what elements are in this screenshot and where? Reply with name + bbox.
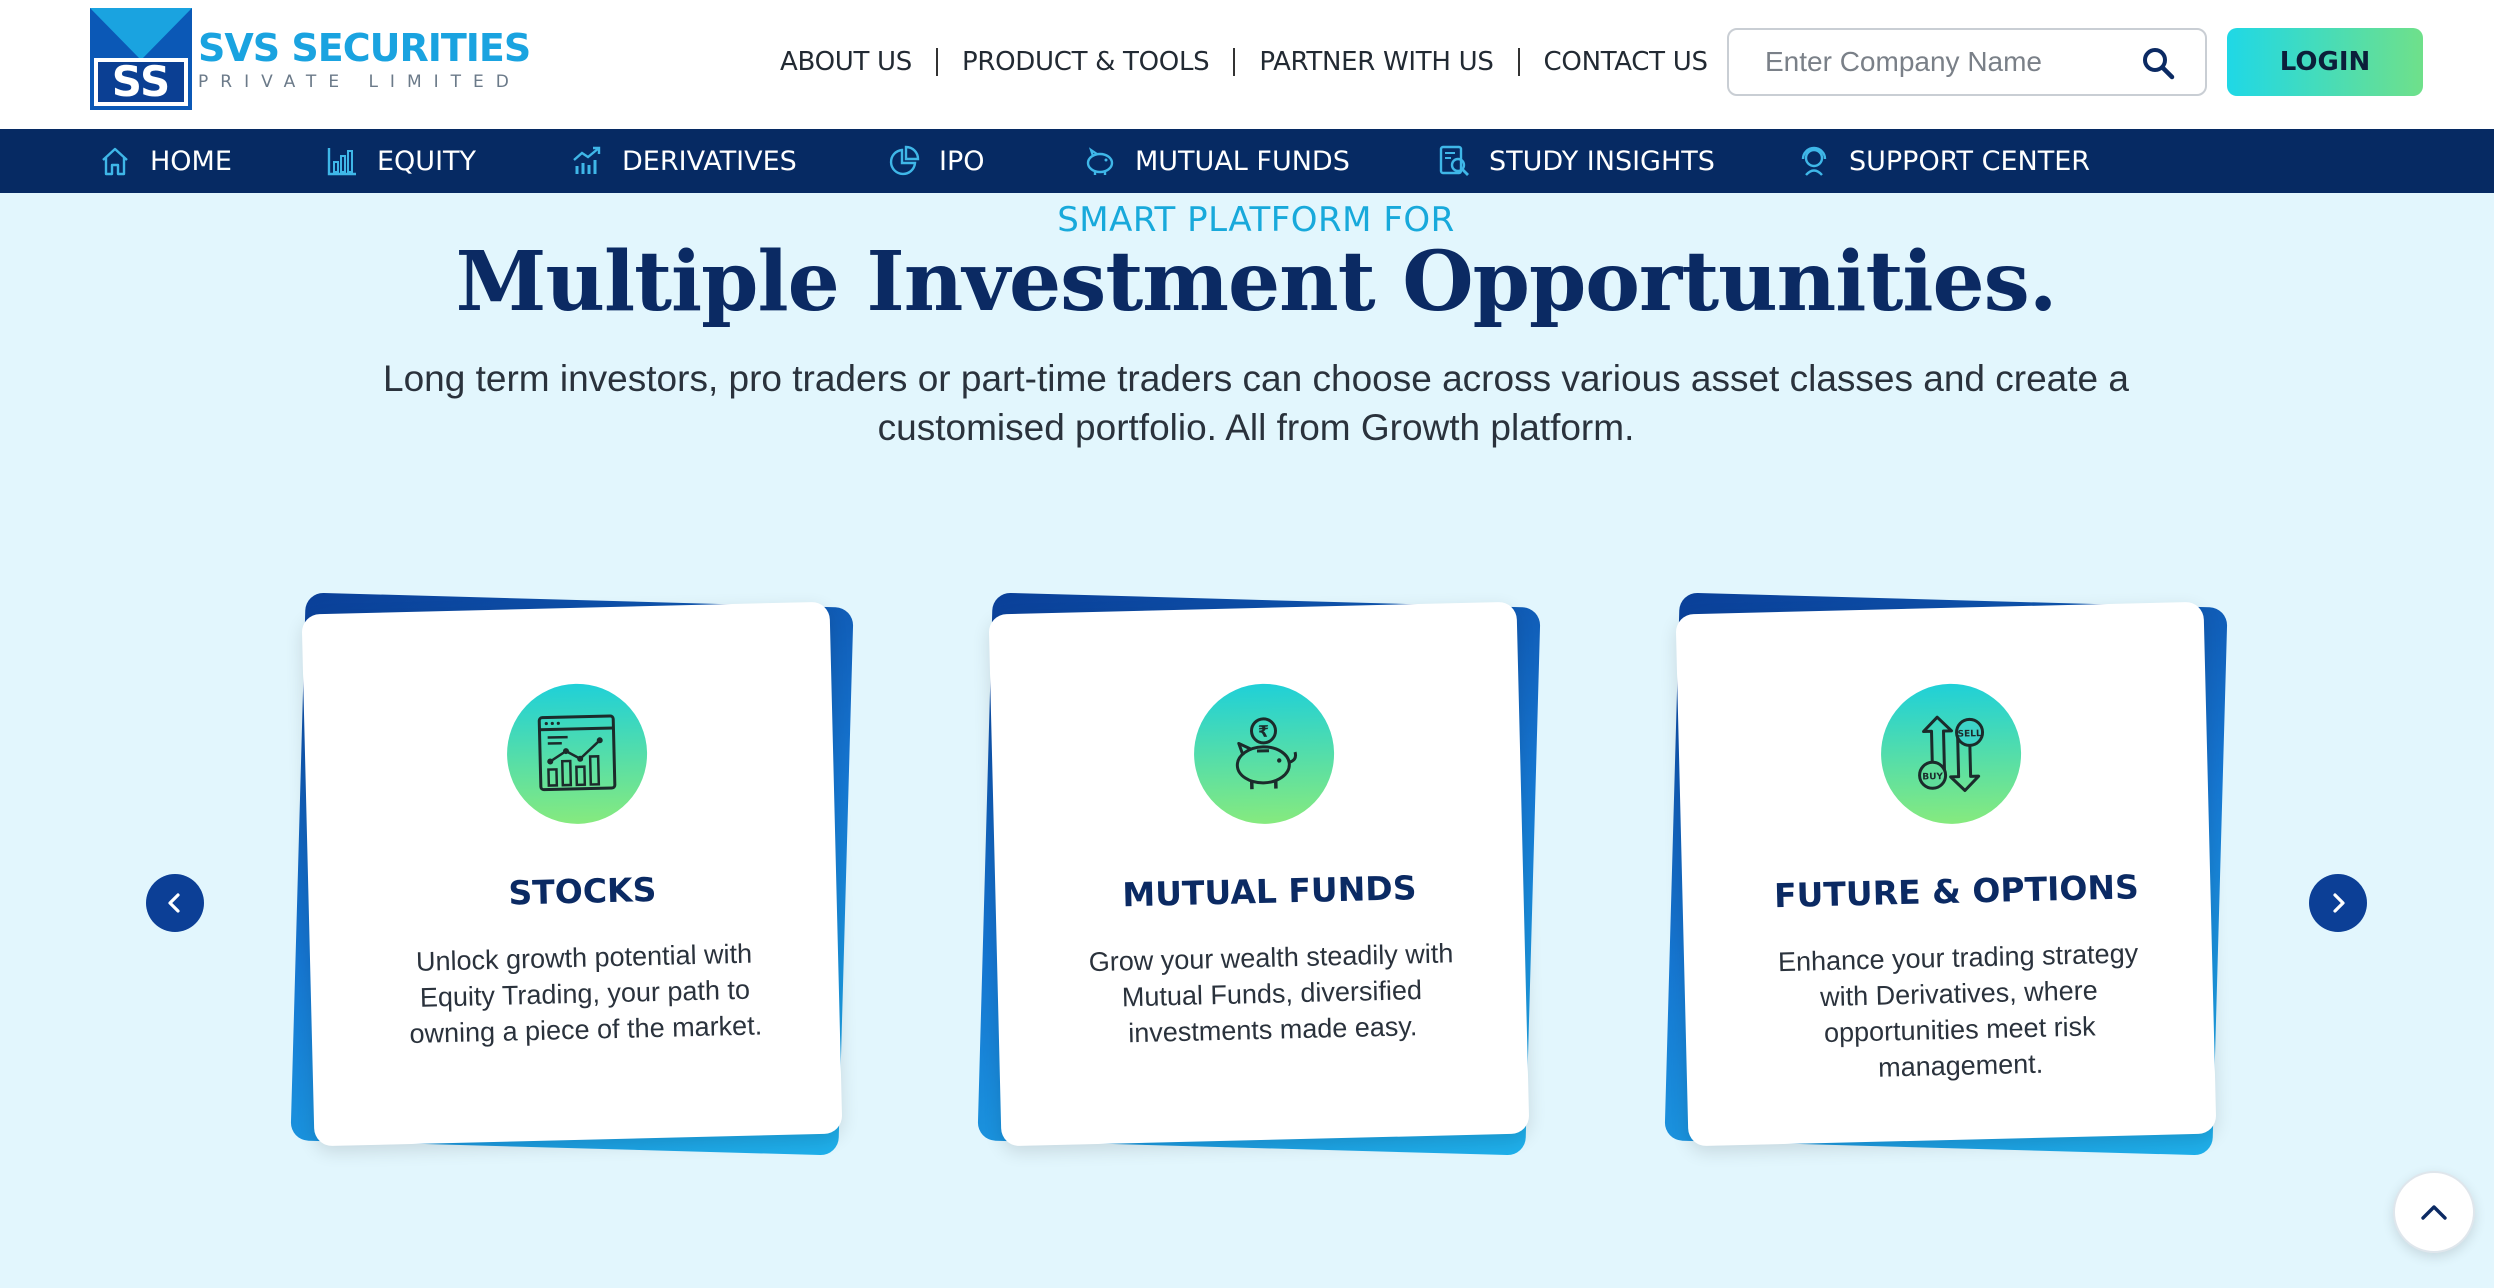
chevron-right-icon	[2333, 893, 2345, 913]
nav-divider	[1517, 48, 1520, 76]
card-icon-badge	[505, 682, 649, 826]
product-card-stocks[interactable]: STOCKS Unlock growth potential with Equi…	[290, 592, 854, 1156]
card-title: STOCKS	[508, 869, 657, 913]
main-nav-derivatives[interactable]: DERIVATIVES	[570, 129, 797, 193]
top-nav-product-tools[interactable]: PRODUCT & TOOLS	[962, 47, 1210, 77]
main-nav-label: STUDY INSIGHTS	[1489, 145, 1715, 177]
card-face: ₹ MUTUAL FUNDS Grow your wealth steadily…	[988, 601, 1530, 1147]
piggy-bank-rupee-icon: ₹	[1235, 717, 1297, 790]
carousel-prev-button[interactable]	[146, 874, 204, 932]
piggy-bank-icon	[1086, 147, 1114, 175]
pie-chart-icon	[889, 145, 920, 176]
rupee-symbol: ₹	[1258, 722, 1270, 741]
stock-chart-icon	[537, 714, 617, 792]
scroll-to-top-button[interactable]	[2393, 1171, 2475, 1253]
main-nav-support-center[interactable]: SUPPORT CENTER	[1797, 129, 2090, 193]
top-header: SS SVS SECURITIES PRIVATE LIMITED ABOUT …	[0, 0, 2494, 129]
main-nav-label: DERIVATIVES	[622, 145, 797, 177]
main-nav: HOME EQUITY DERIVATIVES IPO MUTUAL FUNDS…	[0, 129, 2494, 193]
top-nav-partner-with-us[interactable]: PARTNER WITH US	[1259, 47, 1493, 77]
search-icon[interactable]	[2141, 46, 2175, 80]
card-description: Unlock growth potential with Equity Trad…	[409, 938, 763, 1050]
main-nav-equity[interactable]: EQUITY	[325, 129, 476, 193]
trend-chart-icon	[573, 146, 601, 174]
company-search	[1727, 28, 2207, 96]
card-face: STOCKS Unlock growth potential with Equi…	[301, 601, 843, 1147]
login-button[interactable]: LOGIN	[2227, 28, 2423, 96]
sell-label: SELL	[1957, 729, 1982, 740]
bar-chart-icon	[327, 148, 356, 176]
buy-label: BUY	[1922, 772, 1943, 783]
chevron-left-icon	[168, 893, 180, 913]
buy-sell-icon: BUY SELL	[1918, 715, 1985, 793]
card-description: Enhance your trading strategy with Deriv…	[1777, 938, 2139, 1083]
main-nav-label: EQUITY	[377, 145, 477, 177]
top-nav: ABOUT US PRODUCT & TOOLS PARTNER WITH US…	[780, 40, 1708, 84]
report-search-icon	[1439, 145, 1469, 176]
company-search-input[interactable]	[1729, 32, 2119, 92]
chevron-up-icon	[2421, 1205, 2447, 1220]
main-nav-study-insights[interactable]: STUDY INSIGHTS	[1437, 129, 1715, 193]
top-nav-contact-us[interactable]: CONTACT US	[1544, 47, 1708, 77]
product-card-future-options[interactable]: BUY SELL FUTURE & OPTIONS Enhance your t…	[1664, 592, 2228, 1156]
card-face: BUY SELL FUTURE & OPTIONS Enhance your t…	[1675, 601, 2217, 1147]
card-title: FUTURE & OPTIONS	[1773, 867, 2140, 916]
logo-mark: SS	[90, 8, 192, 110]
card-description: Grow your wealth steadily with Mutual Fu…	[1088, 938, 1454, 1049]
hero-headline: Multiple Investment Opportunities.	[455, 234, 2058, 330]
main-nav-mutual-funds[interactable]: MUTUAL FUNDS	[1083, 129, 1350, 193]
main-nav-label: SUPPORT CENTER	[1849, 145, 2091, 177]
logo-text: SVS SECURITIES PRIVATE LIMITED	[198, 26, 531, 92]
main-nav-label: MUTUAL FUNDS	[1135, 145, 1350, 177]
carousel-next-button[interactable]	[2309, 874, 2367, 932]
brand-subtitle: PRIVATE LIMITED	[198, 72, 521, 92]
main-nav-label: HOME	[150, 145, 232, 177]
main-nav-home[interactable]: HOME	[98, 129, 232, 193]
logo-mark-letters: SS	[112, 57, 171, 106]
home-icon	[102, 147, 128, 176]
card-title: MUTUAL FUNDS	[1121, 868, 1417, 915]
nav-divider	[935, 48, 938, 76]
main-nav-ipo[interactable]: IPO	[887, 129, 985, 193]
product-card-mutual-funds[interactable]: ₹ MUTUAL FUNDS Grow your wealth steadily…	[977, 592, 1541, 1156]
top-nav-about-us[interactable]: ABOUT US	[780, 47, 912, 77]
brand-logo[interactable]: SS SVS SECURITIES PRIVATE LIMITED	[90, 8, 531, 110]
nav-divider	[1233, 48, 1236, 76]
card-icon-badge: BUY SELL	[1879, 682, 2023, 826]
card-icon-badge: ₹	[1192, 682, 1336, 826]
brand-name: SVS SECURITIES	[198, 26, 531, 70]
hero-lead: Long term investors, pro traders or part…	[383, 358, 2129, 448]
main-nav-label: IPO	[939, 145, 985, 177]
headset-icon	[1801, 146, 1827, 176]
